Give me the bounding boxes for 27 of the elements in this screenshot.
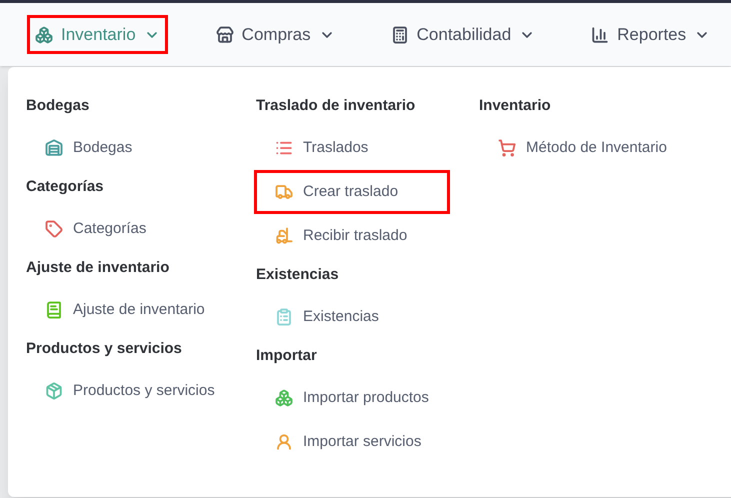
menu-item-link[interactable]: Categorías [24, 207, 220, 251]
menu-section-heading: Bodegas [26, 96, 90, 116]
menu-item-link[interactable]: Traslados [254, 126, 450, 170]
menu-item-link[interactable]: Existencias [254, 295, 450, 339]
menu-item-link[interactable]: Importar productos [254, 376, 450, 420]
menu-item-link[interactable]: Método de Inventario [477, 126, 673, 170]
menu-item-link[interactable]: Importar servicios [254, 420, 450, 464]
nav-menu-button[interactable]: Reportes [583, 15, 718, 54]
menu-section-heading: Importar [256, 346, 318, 366]
menu-section-heading: Categorías [26, 177, 105, 197]
store-icon [216, 26, 234, 44]
menu-item-link[interactable]: Crear traslado [254, 170, 450, 214]
calculator-icon [390, 26, 409, 44]
menu-section-heading: Ajuste de inventario [26, 258, 170, 278]
boxes-icon [35, 26, 53, 44]
menu-section-heading: Productos y servicios [26, 339, 183, 359]
menu-item-link[interactable]: Recibir traslado [254, 214, 450, 258]
nav-menu-button[interactable]: Compras [208, 15, 343, 54]
menu-item-link[interactable]: Productos y servicios [24, 369, 220, 413]
nav-menu-button[interactable]: Contabilidad [382, 15, 544, 54]
menu-item-link[interactable]: Ajuste de inventario [24, 288, 220, 332]
menu-section-heading: Traslado de inventario [256, 96, 416, 116]
menu-section-heading: Existencias [256, 265, 340, 285]
menu-section-heading: Inventario [479, 96, 552, 116]
menu-item-link[interactable]: Bodegas [24, 126, 220, 170]
bar-chart-icon [591, 26, 610, 44]
nav-menu-button[interactable]: Inventario [27, 15, 168, 54]
